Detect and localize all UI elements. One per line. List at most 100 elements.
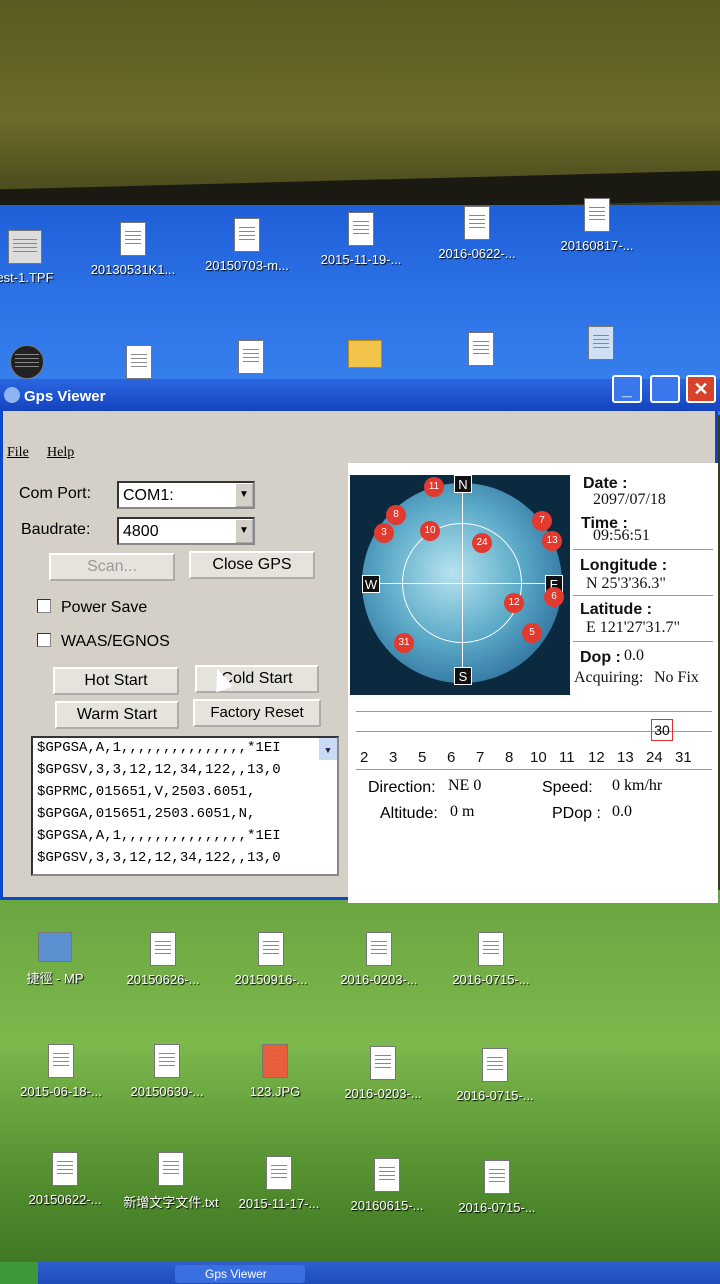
document-icon	[584, 198, 610, 232]
pdop-label: PDop :	[552, 805, 601, 822]
baudrate-select[interactable]: 4800 ▼	[117, 517, 255, 545]
west-label: W	[362, 575, 380, 593]
scan-button[interactable]: Scan...	[49, 553, 175, 581]
document-icon	[266, 1156, 292, 1190]
com-port-label: Com Port:	[19, 485, 92, 502]
desktop-icon[interactable]: est-1.TPF	[0, 230, 80, 285]
scrollbar[interactable]: ▲▼	[319, 738, 337, 760]
menu-help[interactable]: Help	[47, 445, 74, 461]
document-icon	[348, 212, 374, 246]
desktop-icon[interactable]: 2015-11-17-...	[224, 1156, 334, 1211]
desktop-icon[interactable]: 20150622-...	[10, 1152, 120, 1207]
divider	[573, 549, 713, 550]
prn-label: 6	[447, 749, 456, 766]
chevron-down-icon[interactable]: ▼	[235, 519, 253, 543]
speed-label: Speed:	[542, 779, 593, 796]
window-title: Gps Viewer	[24, 388, 106, 405]
title-bar[interactable]: Gps Viewer _ ✕	[0, 375, 720, 411]
sky-view: N S E W 11 8 3 10 24 7 13 6 12 5 31	[350, 475, 570, 695]
dop-value: 0.0	[624, 647, 644, 664]
date-value: 2097/07/18	[593, 491, 666, 508]
chevron-down-icon[interactable]: ▼	[235, 483, 253, 507]
hot-start-button[interactable]: Hot Start	[53, 667, 179, 695]
direction-label: Direction:	[368, 779, 436, 796]
menu-file[interactable]: File	[7, 445, 29, 461]
document-icon	[478, 932, 504, 966]
desktop-icon[interactable]: 20150626-...	[108, 932, 218, 987]
close-button[interactable]: ✕	[686, 375, 716, 403]
speed-value: 0 km/hr	[612, 777, 663, 794]
nmea-line: $GPGGA,015651,2503.6051,N,	[37, 806, 256, 822]
desktop-icon[interactable]: 捷徑 - MP	[0, 932, 110, 987]
desktop-icon[interactable]: 2016-0203-...	[328, 1046, 438, 1101]
satellite-marker: 11	[424, 477, 444, 497]
app-icon	[4, 387, 20, 403]
waas-checkbox[interactable]: WAAS/EGNOS	[37, 633, 170, 651]
satellite-marker: 31	[394, 633, 414, 653]
maximize-button[interactable]	[650, 375, 680, 403]
desktop-icon[interactable]: 20160817-...	[542, 198, 652, 253]
desktop-icon[interactable]: 2016-0715-...	[440, 1048, 550, 1103]
nmea-line: $GPGSV,3,3,12,12,34,122,,13,0	[37, 850, 281, 866]
nmea-line: $GPGSV,3,3,12,12,34,122,,13,0	[37, 762, 281, 778]
menu-bar: File Help	[3, 413, 343, 460]
document-icon	[238, 340, 264, 374]
prn-label: 31	[675, 749, 692, 766]
latitude-label: Latitude :	[580, 601, 652, 618]
prn-label: 11	[559, 749, 575, 766]
desktop-icon[interactable]: 2015-06-18-...	[6, 1044, 116, 1099]
satellite-marker: 13	[542, 531, 562, 551]
wall	[0, 0, 720, 195]
divider	[356, 711, 712, 712]
document-icon	[158, 1152, 184, 1186]
acquiring-value: No Fix	[654, 669, 699, 686]
desktop-icon[interactable]: 2016-0622-...	[422, 206, 532, 261]
checkbox-box[interactable]	[37, 633, 51, 647]
satellite-marker: 12	[504, 593, 524, 613]
desktop-icon[interactable]: 2015-11-19-...	[306, 212, 416, 267]
checkbox-box[interactable]	[37, 599, 51, 613]
image-file-icon	[262, 1044, 288, 1078]
document-icon	[154, 1044, 180, 1078]
paint-icon	[588, 326, 614, 360]
desktop-icon[interactable]: 123.JPG	[220, 1044, 330, 1099]
direction-value: NE 0	[448, 777, 482, 794]
south-label: S	[454, 667, 472, 685]
satellite-marker: 5	[522, 623, 542, 643]
desktop-icon[interactable]: 新增文字文件.txt	[116, 1152, 226, 1211]
desktop-icon[interactable]: 2016-0715-...	[442, 1160, 552, 1215]
desktop-icon[interactable]: 20150630-...	[112, 1044, 222, 1099]
desktop-icon[interactable]: 20160615-...	[332, 1158, 442, 1213]
minimize-button[interactable]: _	[612, 375, 642, 403]
power-save-checkbox[interactable]: Power Save	[37, 599, 147, 617]
warm-start-button[interactable]: Warm Start	[55, 701, 179, 729]
meridian-line	[462, 483, 463, 683]
desktop-icon[interactable]: 2016-0203-...	[324, 932, 434, 987]
desktop-icon[interactable]: 20150703-m...	[192, 218, 302, 273]
com-port-select[interactable]: COM1: ▼	[117, 481, 255, 509]
selected-prn-box: 30	[651, 719, 673, 741]
start-button[interactable]	[0, 1262, 38, 1284]
desktop-icon[interactable]: 20150916-...	[216, 932, 326, 987]
close-gps-button[interactable]: Close GPS	[189, 551, 315, 579]
scroll-down-icon[interactable]: ▼	[319, 742, 337, 760]
desktop-icon[interactable]: 2016-0715-...	[436, 932, 546, 987]
factory-reset-button[interactable]: Factory Reset	[193, 699, 321, 727]
document-icon	[48, 1044, 74, 1078]
satellite-marker: 8	[386, 505, 406, 525]
desktop-icon[interactable]: 免	[0, 1192, 10, 1211]
satellite-marker: 24	[472, 533, 492, 553]
nmea-log[interactable]: $GPGSA,A,1,,,,,,,,,,,,,,,*1EI $GPGSV,3,3…	[31, 736, 339, 876]
nmea-line: $GPRMC,015651,V,2503.6051,	[37, 784, 256, 800]
desktop-icon[interactable]	[310, 340, 420, 374]
desktop-icon[interactable]	[426, 332, 536, 372]
status-panel: N S E W 11 8 3 10 24 7 13 6 12 5 31 Date…	[348, 463, 718, 903]
divider	[356, 769, 712, 770]
longitude-value: N 25'3'36.3"	[586, 575, 666, 592]
desktop-icon[interactable]: 20130531K1...	[78, 222, 188, 277]
document-icon	[52, 1152, 78, 1186]
desktop-icon[interactable]	[546, 326, 656, 366]
gps-viewer-window: Gps Viewer _ ✕ File Help Com Port: COM1:…	[0, 375, 720, 903]
desktop-icon[interactable]	[196, 340, 306, 380]
taskbar-item-gps-viewer[interactable]: Gps Viewer	[175, 1265, 305, 1283]
